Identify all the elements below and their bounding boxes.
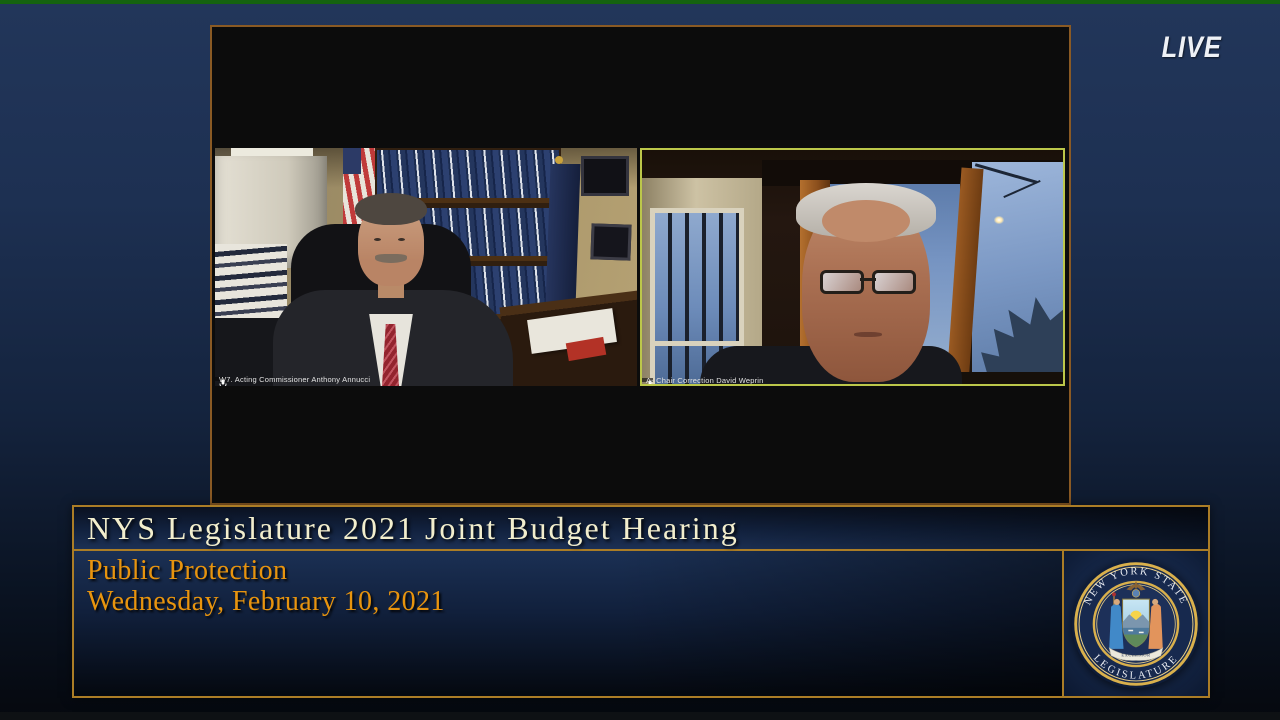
hearing-date: Wednesday, February 10, 2021: [87, 586, 1062, 617]
nametag-weprin: A- Chair Correction David Weprin: [642, 378, 653, 382]
us-flag-canton: [343, 148, 361, 174]
window-sash: [655, 341, 739, 346]
tree-branch: [1003, 180, 1040, 198]
seal-ribbon-text: EXCELSIOR: [1121, 652, 1150, 657]
webcam-feed-annucci: W7. Acting Commissioner Anthony Annucci: [215, 148, 637, 386]
glasses-lens: [872, 270, 916, 294]
glasses-lens: [820, 270, 864, 294]
person-mouth: [854, 332, 882, 337]
seal-box: NEW YORK STATE LEGISLATURE: [1062, 551, 1208, 696]
ny-state-flag: [545, 164, 580, 308]
hearing-title: NYS Legislature 2021 Joint Budget Hearin…: [87, 510, 739, 547]
banner-title-bar: NYS Legislature 2021 Joint Budget Hearin…: [74, 507, 1208, 551]
picture-frame: [590, 223, 631, 260]
nametag-label: W7. Acting Commissioner Anthony Annucci: [219, 375, 370, 384]
hearing-topic: Public Protection: [87, 555, 1062, 586]
street-light: [994, 216, 1004, 224]
person-hair: [355, 193, 427, 225]
nametag-annucci: W7. Acting Commissioner Anthony Annucci: [215, 377, 226, 381]
video-container: W7. Acting Commissioner Anthony Annucci: [210, 25, 1071, 505]
window-sill: [954, 372, 1063, 384]
banner-subtitle-area: Public Protection Wednesday, February 10…: [74, 551, 1062, 696]
broadcast-screen: LIVE: [0, 0, 1280, 720]
top-green-strip: [0, 0, 1280, 4]
person-eye: [398, 238, 405, 241]
nys-legislature-seal: NEW YORK STATE LEGISLATURE: [1069, 557, 1203, 691]
webcam-feed-weprin: A- Chair Correction David Weprin: [640, 148, 1065, 386]
nametag-label: A- Chair Correction David Weprin: [646, 376, 764, 385]
glasses-bridge: [860, 278, 876, 281]
person-forehead: [822, 200, 910, 242]
tree-silhouette: [972, 278, 1063, 384]
person-eye: [374, 238, 381, 241]
banner-lower-section: Public Protection Wednesday, February 10…: [74, 551, 1208, 696]
bottom-black-strip: [0, 712, 1280, 720]
flag-finial: [555, 156, 563, 164]
tree-branch: [975, 163, 1037, 184]
picture-frame: [581, 156, 629, 196]
lower-third-banner: NYS Legislature 2021 Joint Budget Hearin…: [72, 505, 1210, 698]
person-mustache: [375, 254, 407, 263]
binder-stack: [215, 244, 287, 324]
live-badge: LIVE: [1162, 31, 1222, 65]
right-window: [972, 162, 1063, 384]
